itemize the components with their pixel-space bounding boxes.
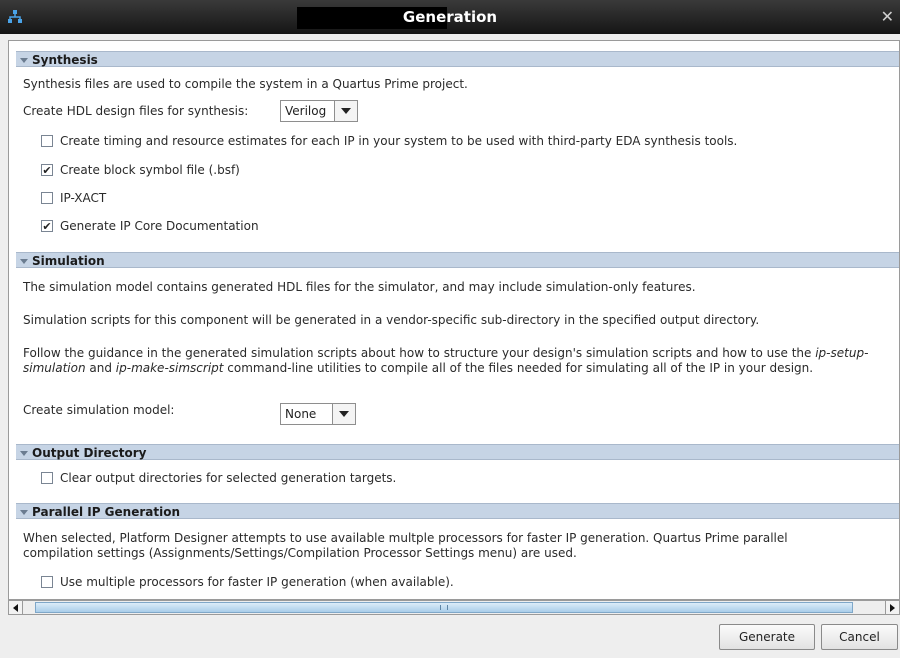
ip-core-doc-checkbox[interactable]: ✔ <box>41 220 53 232</box>
parallel-description: When selected, Platform Designer attempt… <box>23 531 788 560</box>
synthesis-intro: Synthesis files are used to compile the … <box>23 77 468 91</box>
hdl-label: Create HDL design files for synthesis: <box>23 104 249 118</box>
timing-estimates-option[interactable]: Create timing and resource estimates for… <box>41 133 737 149</box>
hdl-language-select[interactable]: Verilog <box>280 100 358 122</box>
collapse-triangle-icon <box>20 450 28 456</box>
clear-output-checkbox[interactable] <box>41 472 53 484</box>
chevron-down-icon[interactable] <box>334 101 357 121</box>
multiple-processors-checkbox[interactable] <box>41 576 53 588</box>
collapse-triangle-icon <box>20 258 28 264</box>
section-synthesis-header[interactable]: Synthesis <box>16 51 899 67</box>
simulation-para-3: Follow the guidance in the generated sim… <box>23 346 869 375</box>
clear-output-option[interactable]: Clear output directories for selected ge… <box>41 470 396 486</box>
section-output-directory-header[interactable]: Output Directory <box>16 444 899 460</box>
simulation-para-2: Simulation scripts for this component wi… <box>23 313 760 327</box>
collapse-triangle-icon <box>20 509 28 515</box>
generation-panel: Synthesis Synthesis files are used to co… <box>8 40 900 600</box>
simulation-model-select[interactable]: None <box>280 403 356 425</box>
ip-core-doc-option[interactable]: ✔ Generate IP Core Documentation <box>41 218 259 234</box>
ip-xact-checkbox[interactable] <box>41 192 53 204</box>
timing-estimates-checkbox[interactable] <box>41 135 53 147</box>
horizontal-scrollbar[interactable] <box>8 600 900 615</box>
multiple-processors-option[interactable]: Use multiple processors for faster IP ge… <box>41 574 454 590</box>
scroll-left-icon[interactable] <box>9 601 23 614</box>
cancel-button[interactable]: Cancel <box>821 624 898 650</box>
section-simulation-header[interactable]: Simulation <box>16 252 899 268</box>
window-title: Generation <box>402 8 498 26</box>
title-bar: Generation ✕ <box>0 0 900 34</box>
chevron-down-icon[interactable] <box>332 404 355 424</box>
block-symbol-checkbox[interactable]: ✔ <box>41 164 53 176</box>
simulation-model-label: Create simulation model: <box>23 403 175 417</box>
scroll-right-icon[interactable] <box>885 601 899 614</box>
block-symbol-option[interactable]: ✔ Create block symbol file (.bsf) <box>41 162 240 178</box>
simulation-para-1: The simulation model contains generated … <box>23 280 696 294</box>
collapse-triangle-icon <box>20 57 28 63</box>
ip-xact-option[interactable]: IP-XACT <box>41 190 106 206</box>
close-icon[interactable]: ✕ <box>881 8 894 26</box>
section-parallel-header[interactable]: Parallel IP Generation <box>16 503 899 519</box>
generate-button[interactable]: Generate <box>719 624 815 650</box>
scroll-thumb[interactable] <box>35 602 853 613</box>
